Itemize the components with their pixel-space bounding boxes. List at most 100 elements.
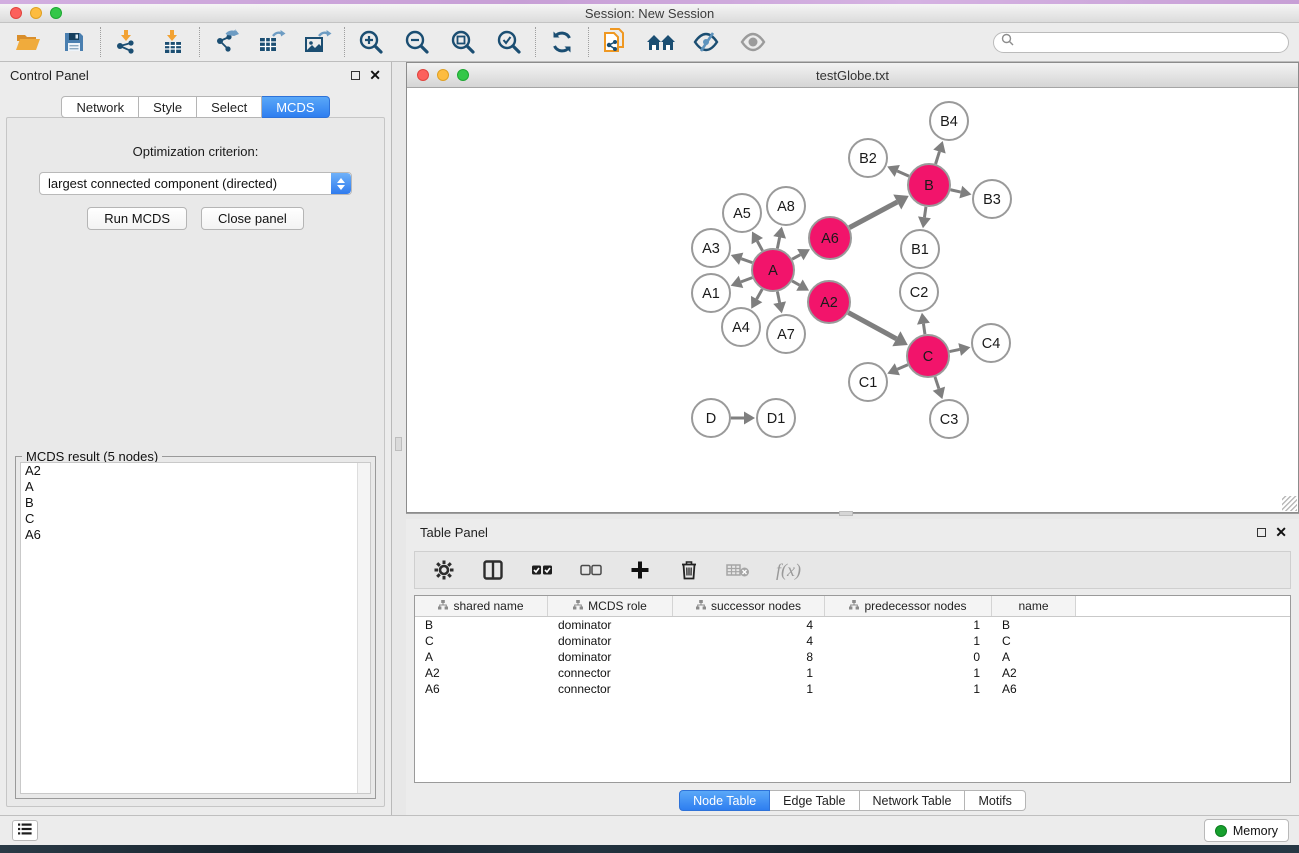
edge-A-A4[interactable] (751, 289, 762, 309)
edge-A-A1[interactable] (731, 276, 753, 288)
graph-node-A8[interactable]: A8 (767, 187, 805, 225)
table-settings-button[interactable] (433, 559, 455, 581)
edge-A-A3[interactable] (731, 253, 752, 265)
tab-select[interactable]: Select (197, 96, 262, 118)
graph-node-A4[interactable]: A4 (722, 308, 760, 346)
table-cell[interactable]: 1 (825, 617, 992, 633)
graph-node-B1[interactable]: B1 (901, 230, 939, 268)
tab-network[interactable]: Network (61, 96, 139, 118)
mcds-result-item[interactable]: A2 (21, 463, 370, 479)
tab-edge-table[interactable]: Edge Table (770, 790, 859, 811)
open-session-button[interactable] (14, 28, 42, 56)
table-cell[interactable]: connector (548, 681, 673, 697)
tab-mcds[interactable]: MCDS (262, 96, 329, 118)
zoom-selected-button[interactable] (495, 28, 523, 56)
float-table-panel-icon[interactable] (1257, 528, 1266, 537)
column-header-successor-nodes[interactable]: successor nodes (673, 596, 825, 616)
table-cell[interactable]: 1 (673, 665, 825, 681)
table-row[interactable]: Cdominator41C (415, 633, 1290, 649)
network-minimize-icon[interactable] (437, 69, 449, 81)
graph-node-B4[interactable]: B4 (930, 102, 968, 140)
graph-node-B3[interactable]: B3 (973, 180, 1011, 218)
table-cell[interactable]: 1 (825, 633, 992, 649)
graph-node-A2[interactable]: A2 (808, 281, 850, 323)
import-table-button[interactable] (159, 28, 187, 56)
export-image-button[interactable] (304, 28, 332, 56)
edge-A-A8[interactable] (773, 227, 786, 249)
unselect-all-columns-button[interactable] (580, 559, 602, 581)
table-row[interactable]: A2connector11A2 (415, 665, 1290, 681)
window-resize-grip-icon[interactable] (1282, 496, 1297, 511)
splitter-grip[interactable] (395, 437, 402, 451)
network-window-titlebar[interactable]: testGlobe.txt (407, 63, 1298, 88)
graph-node-A7[interactable]: A7 (767, 315, 805, 353)
task-history-button[interactable] (12, 820, 38, 841)
graph-node-A1[interactable]: A1 (692, 274, 730, 312)
network-zoom-icon[interactable] (457, 69, 469, 81)
table-cell[interactable]: 1 (825, 665, 992, 681)
select-all-columns-button[interactable] (531, 559, 553, 581)
edge-C-C4[interactable] (950, 343, 971, 356)
tab-motifs[interactable]: Motifs (965, 790, 1025, 811)
horizontal-splitter[interactable] (406, 513, 1299, 519)
close-panel-button[interactable]: Close panel (201, 207, 304, 230)
run-mcds-button[interactable]: Run MCDS (87, 207, 187, 230)
close-panel-icon[interactable]: ✕ (369, 70, 381, 80)
table-cell[interactable]: A2 (992, 665, 1076, 681)
table-cell[interactable]: 4 (673, 617, 825, 633)
minimize-window-icon[interactable] (30, 7, 42, 19)
hide-details-button[interactable] (739, 28, 767, 56)
edge-B-B4[interactable] (933, 141, 945, 164)
edge-A6-B[interactable] (849, 194, 908, 227)
zoom-fit-button[interactable] (449, 28, 477, 56)
graphics-details-button[interactable] (693, 28, 721, 56)
graph-node-C[interactable]: C (907, 335, 949, 377)
result-scrollbar[interactable] (357, 463, 370, 793)
table-cell[interactable]: dominator (548, 649, 673, 665)
delete-column-button[interactable] (678, 559, 700, 581)
graph-node-B2[interactable]: B2 (849, 139, 887, 177)
table-cell[interactable]: 1 (673, 681, 825, 697)
table-cell[interactable]: A2 (415, 665, 548, 681)
mcds-result-item[interactable]: C (21, 511, 370, 527)
graph-node-A6[interactable]: A6 (809, 217, 851, 259)
edge-A-A2[interactable] (792, 279, 809, 290)
mcds-result-item[interactable]: B (21, 495, 370, 511)
graph-node-A3[interactable]: A3 (692, 229, 730, 267)
zoom-in-button[interactable] (357, 28, 385, 56)
table-cell[interactable]: 8 (673, 649, 825, 665)
graph-node-C4[interactable]: C4 (972, 324, 1010, 362)
edge-C-C3[interactable] (933, 377, 945, 399)
table-cell[interactable]: dominator (548, 617, 673, 633)
table-cell[interactable]: 1 (825, 681, 992, 697)
table-cell[interactable]: connector (548, 665, 673, 681)
table-cell[interactable]: A6 (992, 681, 1076, 697)
import-network-button[interactable] (113, 28, 141, 56)
graph-node-A[interactable]: A (752, 249, 794, 291)
graph-node-C3[interactable]: C3 (930, 400, 968, 438)
horizontal-splitter-grip[interactable] (839, 511, 853, 516)
export-network-button[interactable] (212, 28, 240, 56)
graph-node-D[interactable]: D (692, 399, 730, 437)
table-cell[interactable]: A6 (415, 681, 548, 697)
column-header-name[interactable]: name (992, 596, 1076, 616)
edge-A-A6[interactable] (792, 249, 810, 260)
mcds-result-item[interactable]: A6 (21, 527, 370, 543)
refresh-button[interactable] (548, 28, 576, 56)
mcds-result-item[interactable]: A (21, 479, 370, 495)
tab-style[interactable]: Style (139, 96, 197, 118)
float-panel-icon[interactable] (351, 71, 360, 80)
edge-A2-C[interactable] (848, 313, 907, 347)
toolbar-search[interactable] (993, 32, 1289, 53)
edge-B-B2[interactable] (887, 165, 909, 177)
close-window-icon[interactable] (10, 7, 22, 19)
tab-network-table[interactable]: Network Table (860, 790, 966, 811)
table-cell[interactable]: A (415, 649, 548, 665)
table-row[interactable]: A6connector11A6 (415, 681, 1290, 697)
export-table-button[interactable] (258, 28, 286, 56)
table-row[interactable]: Adominator80A (415, 649, 1290, 665)
graph-node-A5[interactable]: A5 (723, 194, 761, 232)
new-network-from-selection-button[interactable] (601, 28, 629, 56)
edge-A-A5[interactable] (752, 231, 763, 250)
criterion-select[interactable]: largest connected component (directed) (39, 172, 352, 195)
